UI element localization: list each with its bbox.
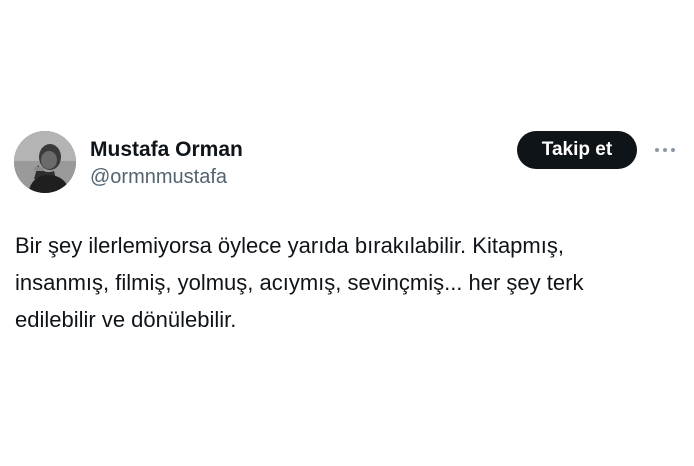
more-options-button[interactable]: [650, 138, 680, 162]
user-handle[interactable]: @ormnmustafa: [90, 164, 243, 190]
tweet-text-line: insanmış, filmiş, yolmuş, acıymış, sevin…: [15, 270, 584, 295]
more-horizontal-icon: [671, 148, 675, 152]
tweet-card: Mustafa Orman @ormnmustafa Takip et Bir …: [0, 0, 694, 466]
follow-button[interactable]: Takip et: [517, 131, 637, 169]
tweet-text-line: Bir şey ilerlemiyorsa öylece yarıda bıra…: [15, 233, 564, 258]
profile-photo-icon: [14, 131, 76, 193]
more-horizontal-icon: [663, 148, 667, 152]
user-info: Mustafa Orman @ormnmustafa: [90, 137, 243, 190]
avatar[interactable]: [14, 131, 76, 193]
tweet-text: Bir şey ilerlemiyorsa öylece yarıda bıra…: [15, 227, 680, 338]
tweet-text-line: edilebilir ve dönülebilir.: [15, 307, 237, 332]
more-horizontal-icon: [655, 148, 659, 152]
display-name[interactable]: Mustafa Orman: [90, 137, 243, 163]
